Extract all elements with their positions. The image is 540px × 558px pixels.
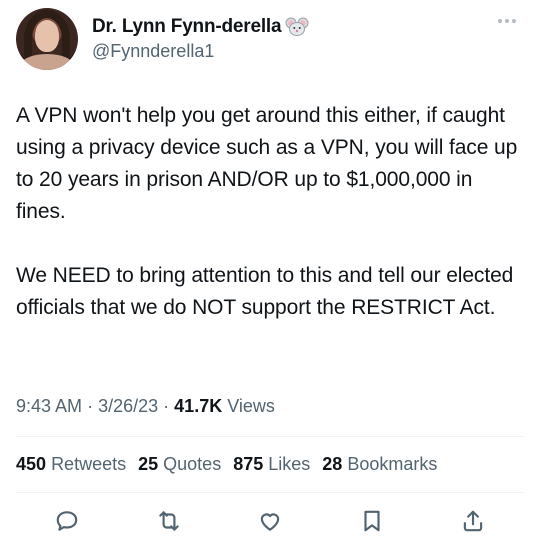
retweet-button[interactable] [154,506,184,536]
engagement-stats: 450 Retweets 25 Quotes 875 Likes 28 Book… [16,454,437,475]
tweet-meta: 9:43 AM · 3/26/23 · 41.7K Views [16,396,275,417]
retweets-stat[interactable]: 450 Retweets [16,454,126,475]
tweet-text: A VPN won't help you get around this eit… [16,104,518,319]
likes-count: 875 [233,454,264,474]
quotes-stat[interactable]: 25 Quotes [138,454,221,475]
share-icon [463,510,483,532]
meta-separator: · [87,396,94,416]
retweets-count: 450 [16,454,47,474]
avatar[interactable] [16,8,78,70]
divider [16,436,524,437]
more-options-icon[interactable] [498,16,520,26]
tweet-header: Dr. Lynn Fynn-derella @Fynnderella1 [16,8,524,72]
bookmark-icon [363,510,380,532]
reply-icon [56,511,78,531]
likes-stat[interactable]: 875 Likes [233,454,310,475]
retweet-icon [158,511,179,531]
bookmarks-count: 28 [322,454,343,474]
like-button[interactable] [255,506,285,536]
retweets-label: Retweets [51,454,127,474]
author-name-row[interactable]: Dr. Lynn Fynn-derella [92,16,309,38]
bookmark-button[interactable] [357,506,387,536]
views-label: Views [227,396,275,416]
reply-button[interactable] [52,506,82,536]
share-button[interactable] [458,506,488,536]
author-handle[interactable]: @Fynnderella1 [92,41,214,62]
divider [16,492,524,493]
mouse-face-icon [285,17,309,37]
author-display-name[interactable]: Dr. Lynn Fynn-derella [92,16,282,38]
tweet-time[interactable]: 9:43 AM [16,396,82,416]
bookmarks-label: Bookmarks [347,454,438,474]
bookmarks-stat[interactable]: 28 Bookmarks [322,454,437,475]
likes-label: Likes [268,454,311,474]
quotes-label: Quotes [163,454,222,474]
action-bar [52,506,488,536]
heart-icon [260,513,280,531]
meta-separator: · [163,396,170,416]
views-count: 41.7K [174,396,223,416]
tweet-date[interactable]: 3/26/23 [98,396,158,416]
quotes-count: 25 [138,454,159,474]
